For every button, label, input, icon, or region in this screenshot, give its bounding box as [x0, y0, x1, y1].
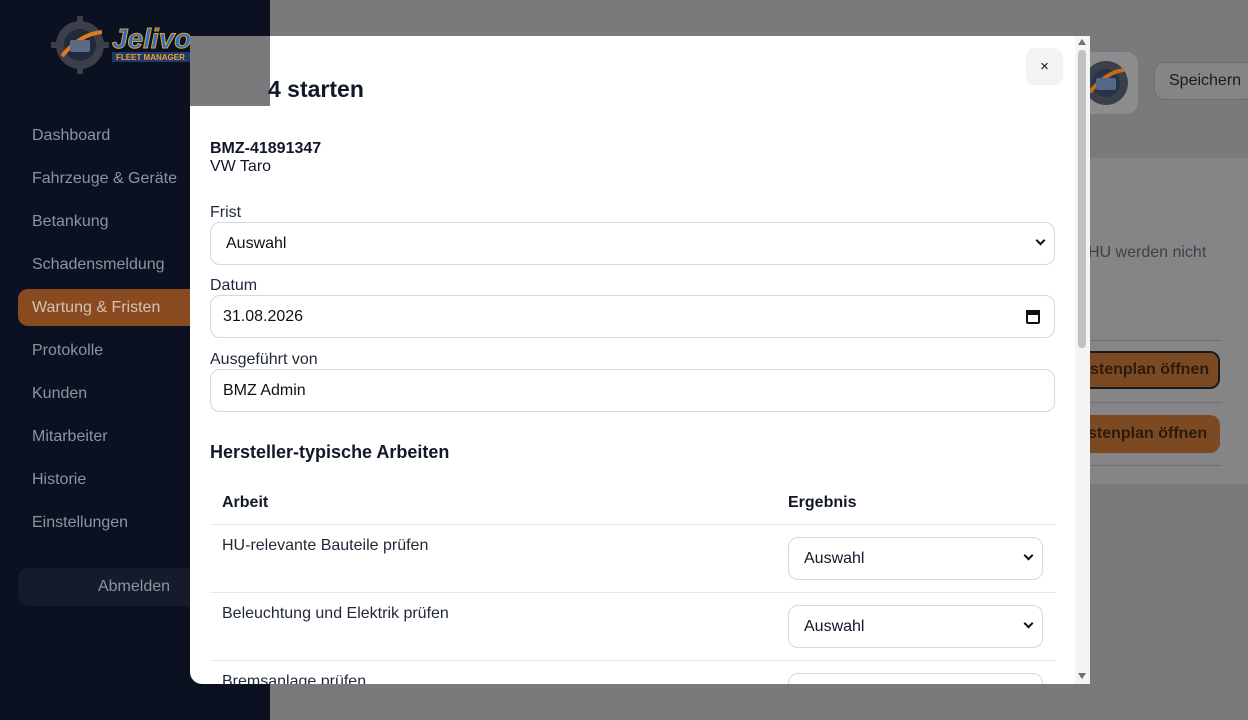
- chevron-down-icon: [1035, 235, 1046, 246]
- maintenance-modal: 4 starten × BMZ-41891347 VW Taro Frist A…: [190, 36, 1090, 684]
- modal-scrollbar[interactable]: [1075, 36, 1090, 684]
- frist-label: Frist: [210, 204, 242, 221]
- svg-text:FLEET MANAGER: FLEET MANAGER: [116, 53, 185, 62]
- scroll-up-arrow-icon[interactable]: [1078, 39, 1086, 45]
- table-divider: [210, 592, 1055, 593]
- executed-by-input[interactable]: BMZ Admin: [210, 369, 1055, 412]
- chevron-down-icon: [1023, 550, 1034, 561]
- date-input-value: 31.08.2026: [223, 308, 304, 325]
- divider: [1086, 402, 1222, 403]
- divider: [1086, 465, 1222, 466]
- save-button[interactable]: Speichern: [1154, 62, 1248, 100]
- result-select[interactable]: [788, 673, 1043, 684]
- chevron-down-icon: [1023, 618, 1034, 629]
- executed-by-label: Ausgeführt von: [210, 351, 318, 368]
- datum-label: Datum: [210, 277, 258, 294]
- result-select-value: Auswahl: [804, 550, 865, 567]
- vehicle-plate: BMZ-41891347: [210, 140, 322, 157]
- result-select[interactable]: Auswahl: [788, 605, 1043, 648]
- executed-by-value: BMZ Admin: [223, 382, 306, 399]
- column-header-task: Arbeit: [222, 494, 269, 511]
- section-title: Hersteller-typische Arbeiten: [210, 442, 450, 462]
- date-input[interactable]: 31.08.2026: [210, 295, 1055, 338]
- calendar-icon[interactable]: [1026, 310, 1040, 324]
- vehicle-model: VW Taro: [210, 158, 272, 175]
- table-divider: [210, 524, 1055, 525]
- open-plan-button[interactable]: stenplan öffnen: [1070, 351, 1220, 389]
- divider: [1086, 340, 1222, 341]
- table-row-task: Beleuchtung und Elektrik prüfen: [222, 605, 449, 622]
- table-row-task: HU-relevante Bauteile prüfen: [222, 537, 429, 554]
- result-select[interactable]: Auswahl: [788, 537, 1043, 580]
- modal-title: 4 starten: [268, 76, 364, 102]
- scroll-thumb[interactable]: [1078, 50, 1086, 348]
- frist-select[interactable]: Auswahl: [210, 222, 1055, 265]
- close-button[interactable]: ×: [1026, 48, 1063, 85]
- svg-text:Jelivo: Jelivo: [112, 23, 191, 54]
- overlay-fragment: [190, 36, 270, 106]
- column-header-result: Ergebnis: [788, 494, 857, 511]
- result-select-value: Auswahl: [804, 618, 865, 635]
- scroll-down-arrow-icon[interactable]: [1078, 673, 1086, 679]
- open-plan-button-secondary[interactable]: stenplan öffnen: [1070, 415, 1220, 453]
- gear-icon: [51, 16, 109, 74]
- background-info-text: HU werden nicht: [1088, 244, 1207, 261]
- table-row-task: Bremsanlage prüfen: [222, 673, 367, 684]
- table-divider: [210, 660, 1055, 661]
- frist-select-value: Auswahl: [226, 235, 287, 252]
